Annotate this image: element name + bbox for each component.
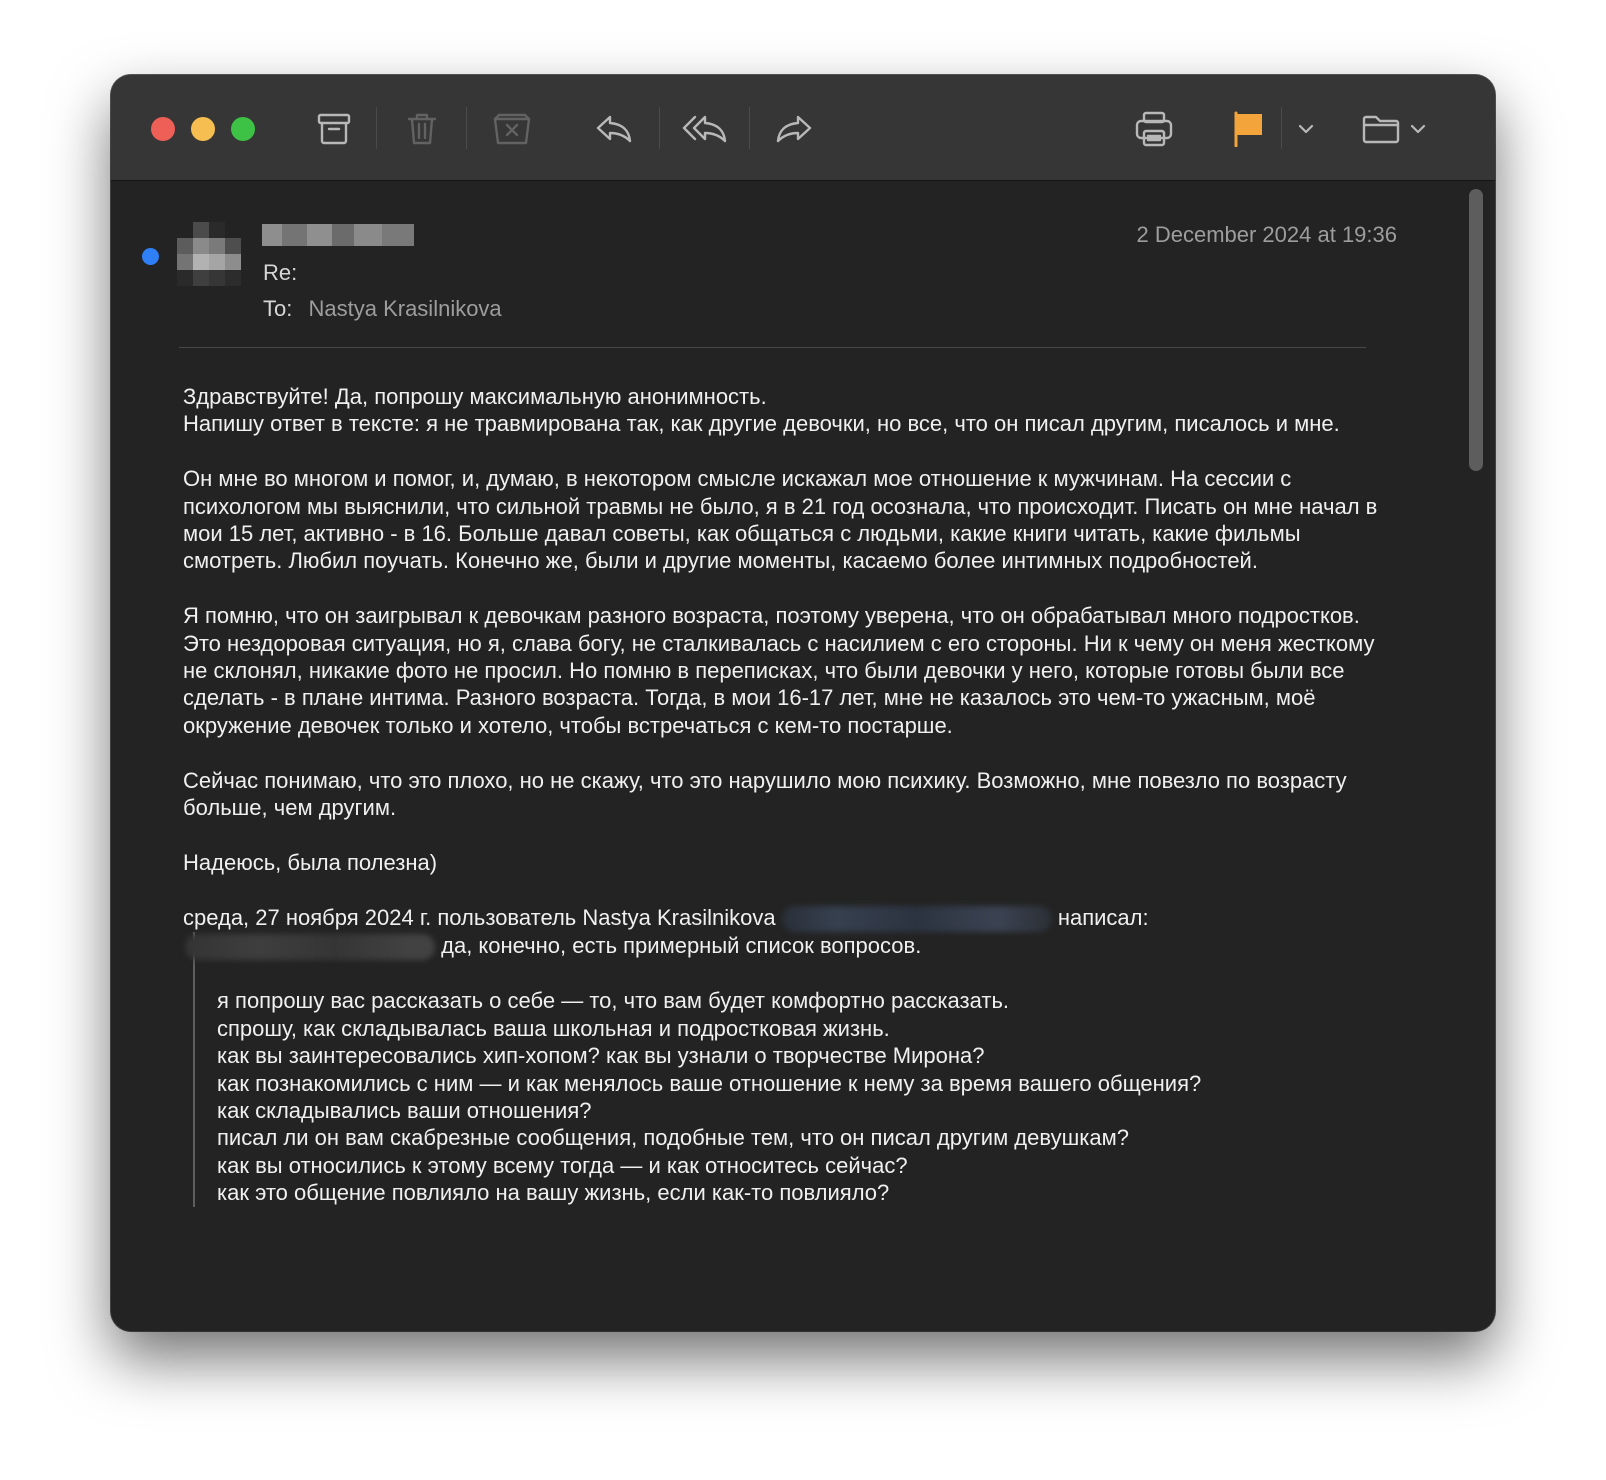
folder-icon — [1362, 115, 1400, 144]
reply-button[interactable] — [594, 109, 634, 149]
message-subject: Re: — [263, 260, 298, 285]
vertical-scrollbar[interactable] — [1469, 189, 1483, 471]
message-pane: 2 December 2024 at 19:36 Re: To: Nastya … — [111, 181, 1495, 1331]
print-button[interactable] — [1134, 109, 1174, 149]
sender-name-redacted — [262, 224, 414, 246]
recipient-row: To: Nastya Krasilnikova — [263, 296, 502, 322]
toolbar-separator — [376, 107, 377, 149]
junk-button[interactable] — [491, 109, 533, 149]
body-line: Напишу ответ в тексте: я не травмирована… — [183, 411, 1340, 437]
archive-button[interactable] — [315, 109, 353, 149]
flag-button[interactable] — [1232, 109, 1266, 149]
redacted-email — [781, 905, 1052, 932]
quoted-message: да, конечно, есть примерный список вопро… — [185, 931, 1403, 1207]
body-paragraph: Надеюсь, была полезна) — [183, 849, 438, 875]
zoom-window-button[interactable] — [231, 117, 255, 141]
quote-line: да, конечно, есть примерный список вопро… — [441, 932, 922, 958]
quote-attribution-prefix: среда, 27 ноября 2024 г. пользователь Na… — [183, 904, 776, 930]
toolbar-separator — [1281, 107, 1282, 149]
flag-menu-button[interactable] — [1297, 109, 1315, 149]
junk-icon — [493, 113, 531, 145]
header-divider — [179, 347, 1366, 348]
body-paragraph: Он мне во многом и помог, и, думаю, в не… — [183, 466, 1378, 574]
quote-attribution: среда, 27 ноября 2024 г. пользователь Na… — [183, 904, 1403, 932]
minimize-window-button[interactable] — [191, 117, 215, 141]
question-line: как складывались ваши отношения? — [217, 1098, 592, 1124]
quote-attribution-suffix: написал: — [1057, 904, 1149, 930]
message-body: Здравствуйте! Да, попрошу максимальную а… — [183, 383, 1403, 1207]
toolbar-separator — [659, 107, 660, 149]
question-line: как вы заинтересовались хип-хопом? как в… — [217, 1043, 985, 1069]
reply-icon — [596, 115, 632, 143]
recipient-name[interactable]: Nastya Krasilnikova — [308, 296, 501, 321]
question-line: писал ли он вам скабрезные сообщения, по… — [217, 1125, 1129, 1151]
to-label: To: — [263, 296, 293, 321]
redacted-text — [185, 934, 435, 961]
toolbar-separator — [466, 107, 467, 149]
question-list: я попрошу вас рассказать о себе — то, чт… — [217, 987, 1403, 1206]
reply-all-button[interactable] — [682, 109, 728, 149]
trash-icon — [407, 113, 437, 145]
chevron-down-icon — [1410, 124, 1426, 134]
mail-message-window: 2 December 2024 at 19:36 Re: To: Nastya … — [111, 75, 1495, 1331]
message-date: 2 December 2024 at 19:36 — [1136, 222, 1397, 247]
sender-avatar — [177, 222, 241, 286]
reply-all-icon — [682, 115, 727, 143]
question-line: как познакомились с ним — и как менялось… — [217, 1070, 1202, 1096]
forward-button[interactable] — [774, 109, 814, 149]
question-line: спрошу, как складывалась ваша школьная и… — [217, 1015, 890, 1041]
question-line: я попрошу вас рассказать о себе — то, чт… — [217, 988, 1010, 1014]
move-menu-button[interactable] — [1409, 109, 1427, 149]
toolbar-separator — [749, 107, 750, 149]
question-line: как вы относились к этому всему тогда — … — [217, 1152, 908, 1178]
forward-icon — [776, 115, 812, 143]
body-paragraph: Я помню, что он заигрывал к девочкам раз… — [183, 603, 1375, 738]
body-line: Здравствуйте! Да, попрошу максимальную а… — [183, 384, 767, 409]
printer-icon — [1135, 111, 1173, 147]
body-paragraph: Здравствуйте! Да, попрошу максимальную а… — [183, 383, 1403, 438]
question-line: как это общение повлияло на вашу жизнь, … — [217, 1180, 890, 1206]
move-button[interactable] — [1361, 109, 1401, 149]
close-window-button[interactable] — [151, 117, 175, 141]
delete-button[interactable] — [404, 109, 440, 149]
toolbar — [111, 75, 1495, 181]
body-paragraph: Сейчас понимаю, что это плохо, но не ска… — [183, 767, 1347, 821]
archive-icon — [317, 113, 351, 145]
flag-icon — [1234, 111, 1262, 147]
chevron-down-icon — [1298, 124, 1314, 134]
unread-indicator — [142, 248, 159, 265]
quote-first-line: да, конечно, есть примерный список вопро… — [185, 932, 1403, 961]
